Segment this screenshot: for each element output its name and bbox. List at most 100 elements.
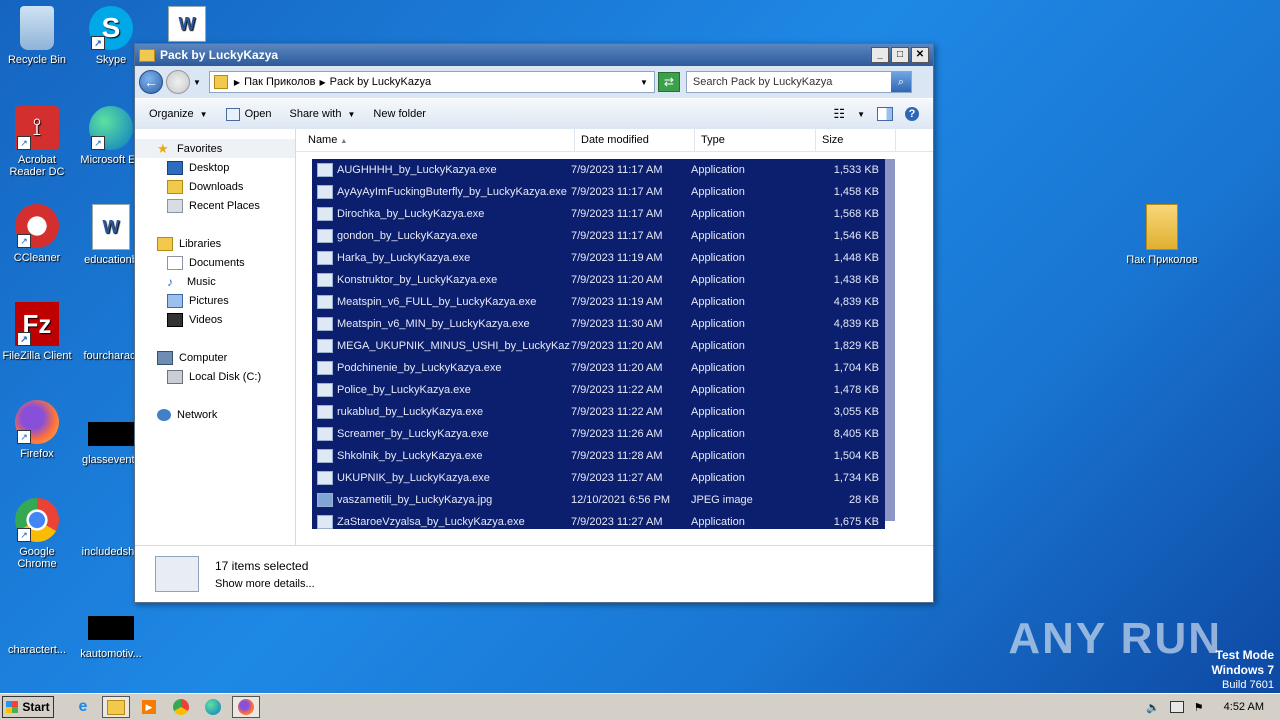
edge-icon: ↗ [89, 106, 133, 150]
desktop-icon-kautomotiv[interactable]: kautomotiv... [74, 604, 148, 660]
address-dropdown-icon[interactable]: ▼ [640, 78, 648, 87]
nav-downloads[interactable]: Downloads [135, 177, 295, 196]
file-row[interactable]: Dirochka_by_LuckyKazya.exe 7/9/2023 11:17… [312, 203, 885, 225]
desktop-icon-word-doc[interactable]: W [150, 6, 224, 46]
nav-music[interactable]: ♪ Music [135, 272, 295, 291]
clock[interactable]: 4:52 AM [1224, 701, 1264, 713]
column-header-name[interactable]: Name ▲ [296, 129, 575, 151]
file-date: 12/10/2021 6:56 PM [571, 494, 671, 506]
file-row[interactable]: MEGA_UKUPNIK_MINUS_USHI_by_LuckyKaz... 7/… [312, 335, 885, 357]
nav-favorites[interactable]: ★ Favorites [135, 139, 295, 158]
minimize-button[interactable]: _ [871, 47, 889, 63]
file-row[interactable]: Screamer_by_LuckyKazya.exe 7/9/2023 11:26… [312, 423, 885, 445]
desktop-icon-chrome[interactable]: ↗ Google Chrome [0, 498, 74, 570]
vertical-scrollbar[interactable] [885, 159, 895, 521]
start-button[interactable]: Start [2, 696, 54, 718]
desktop-icon-charactert[interactable]: charactert... [0, 596, 74, 656]
file-row[interactable]: Police_by_LuckyKazya.exe 7/9/2023 11:22 A… [312, 379, 885, 401]
file-row[interactable]: ZaStaroeVzyalsa_by_LuckyKazya.exe 7/9/202… [312, 511, 885, 529]
share-with-button[interactable]: Share with ▼ [289, 108, 355, 120]
taskbar-chrome[interactable] [168, 697, 194, 717]
nav-pictures[interactable]: Pictures [135, 291, 295, 310]
taskbar-ie[interactable]: e [70, 697, 96, 717]
network-tray-icon[interactable] [1169, 701, 1184, 713]
windows-logo-icon [6, 701, 19, 713]
file-row[interactable]: UKUPNIK_by_LuckyKazya.exe 7/9/2023 11:27 … [312, 467, 885, 489]
column-header-type[interactable]: Type [695, 129, 816, 151]
explorer-window[interactable]: Pack by LuckyKazya _ □ ✕ ← ▼ ▶ Пак Прико… [134, 43, 934, 603]
recent-pages-dropdown-icon[interactable]: ▼ [193, 78, 201, 87]
nav-documents[interactable]: Documents [135, 253, 295, 272]
file-row[interactable]: vaszametili_by_LuckyKazya.jpg 12/10/2021 … [312, 489, 885, 511]
nav-local-disk[interactable]: Local Disk (C:) [135, 367, 295, 386]
preview-pane-icon[interactable] [877, 107, 893, 121]
nav-desktop[interactable]: Desktop [135, 158, 295, 177]
file-row[interactable]: Harka_by_LuckyKazya.exe 7/9/2023 11:19 AM… [312, 247, 885, 269]
column-label: Name [308, 134, 338, 146]
refresh-button[interactable]: ⇄ [657, 72, 680, 92]
file-name: Screamer_by_LuckyKazya.exe [337, 428, 489, 440]
desktop-icon-pak-prikolov[interactable]: Пак Приколов [1120, 204, 1204, 266]
nav-libraries[interactable]: Libraries [135, 234, 295, 253]
nav-recent-places[interactable]: Recent Places [135, 196, 295, 215]
nav-network[interactable]: Network [135, 405, 295, 424]
view-options-icon[interactable]: ☷ [833, 106, 845, 122]
maximize-button[interactable]: □ [891, 47, 909, 63]
desktop-icon-filezilla[interactable]: Fz ↗ FileZilla Client [0, 302, 74, 362]
help-icon[interactable]: ? [905, 107, 919, 121]
show-more-details-link[interactable]: Show more details... [215, 578, 315, 590]
breadcrumb-segment[interactable]: Пак Приколов [244, 76, 315, 88]
breadcrumb-segment[interactable]: Pack by LuckyKazya [330, 76, 432, 88]
acrobat-icon: ⟟ ↗ [15, 106, 59, 150]
file-row[interactable]: Meatspin_v6_FULL_by_LuckyKazya.exe 7/9/20… [312, 291, 885, 313]
desktop-icon-recycle-bin[interactable]: Recycle Bin [0, 6, 74, 66]
column-label: Size [822, 134, 844, 146]
taskbar-explorer[interactable] [102, 696, 130, 718]
anyrun-watermark: ANY RUN [1008, 614, 1222, 663]
file-row[interactable]: Podchinenie_by_LuckyKazya.exe 7/9/2023 11… [312, 357, 885, 379]
taskbar-media-player[interactable]: ▶ [136, 697, 162, 717]
back-button[interactable]: ← [139, 70, 163, 94]
search-icon[interactable]: ⌕ [890, 72, 911, 92]
file-name: gondon_by_LuckyKazya.exe [337, 230, 478, 242]
file-date: 7/9/2023 11:19 AM [571, 252, 663, 264]
breadcrumb-separator-icon[interactable]: ▶ [319, 78, 325, 87]
file-size: 1,734 KB [833, 472, 879, 484]
window-titlebar[interactable]: Pack by LuckyKazya _ □ ✕ [135, 44, 933, 66]
taskbar-firefox[interactable] [232, 696, 260, 718]
chevron-down-icon: ▼ [347, 109, 356, 119]
desktop-icon-acrobat[interactable]: ⟟ ↗ Acrobat Reader DC [0, 106, 74, 178]
file-row[interactable]: AyAyAyImFuckingButerfly_by_LuckyKazya.ex… [312, 181, 885, 203]
organize-button[interactable]: Organize ▼ [149, 108, 208, 120]
nav-computer[interactable]: Computer [135, 348, 295, 367]
breadcrumb-separator-icon[interactable]: ▶ [234, 78, 240, 87]
shortcut-arrow-icon: ↗ [17, 234, 31, 248]
close-button[interactable]: ✕ [911, 47, 929, 63]
nav-videos[interactable]: Videos [135, 310, 295, 329]
taskbar-edge[interactable] [200, 697, 226, 717]
file-row[interactable]: Konstruktor_by_LuckyKazya.exe 7/9/2023 11… [312, 269, 885, 291]
desktop-icon-firefox[interactable]: ↗ Firefox [0, 400, 74, 460]
file-row[interactable]: Meatspin_v6_MIN_by_LuckyKazya.exe 7/9/202… [312, 313, 885, 335]
file-date: 7/9/2023 11:30 AM [571, 318, 663, 330]
forward-button[interactable] [166, 70, 190, 94]
desktop-icon [167, 160, 183, 175]
address-bar[interactable]: ▶ Пак Приколов ▶ Pack by LuckyKazya ▼ [208, 71, 655, 93]
file-name: Dirochka_by_LuckyKazya.exe [337, 208, 485, 220]
file-row[interactable]: gondon_by_LuckyKazya.exe 7/9/2023 11:17 A… [312, 225, 885, 247]
action-center-flag-icon[interactable]: ⚑ [1194, 701, 1204, 714]
search-input[interactable]: Search Pack by LuckyKazya ⌕ [685, 71, 912, 93]
file-date: 7/9/2023 11:27 AM [571, 516, 663, 528]
new-folder-button[interactable]: New folder [373, 108, 426, 120]
filezilla-icon: Fz ↗ [15, 302, 59, 346]
file-row[interactable]: rukablud_by_LuckyKazya.exe 7/9/2023 11:22… [312, 401, 885, 423]
desktop-icon-ccleaner[interactable]: ↗ CCleaner [0, 204, 74, 264]
open-button[interactable]: Open [225, 107, 271, 121]
volume-icon[interactable]: 🔈 [1146, 701, 1160, 714]
file-row[interactable]: AUGHHHH_by_LuckyKazya.exe 7/9/2023 11:17 … [312, 159, 885, 181]
column-header-date[interactable]: Date modified [575, 129, 695, 151]
column-header-size[interactable]: Size [816, 129, 896, 151]
file-row[interactable]: Shkolnik_by_LuckyKazya.exe 7/9/2023 11:28… [312, 445, 885, 467]
file-type: Application [691, 428, 745, 440]
chevron-down-icon[interactable]: ▼ [857, 110, 865, 119]
